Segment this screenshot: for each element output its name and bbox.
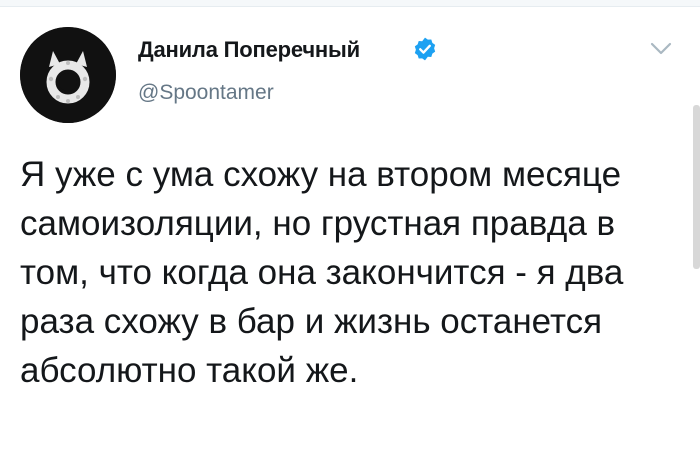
tweet-screen: Данила Поперечный @Spoontamer Я уже с ум… <box>0 0 700 451</box>
verified-badge-icon <box>412 36 438 62</box>
author-handle[interactable]: @Spoontamer <box>138 81 274 105</box>
chevron-down-icon[interactable] <box>649 40 673 58</box>
scrollbar[interactable] <box>693 105 700 269</box>
author-avatar[interactable] <box>20 27 116 123</box>
owl-avatar-icon <box>20 27 116 123</box>
tweet-text: Я уже с ума схожу на втором месяце самои… <box>20 155 624 390</box>
author-name[interactable]: Данила Поперечный <box>138 37 360 63</box>
top-divider <box>0 0 700 7</box>
